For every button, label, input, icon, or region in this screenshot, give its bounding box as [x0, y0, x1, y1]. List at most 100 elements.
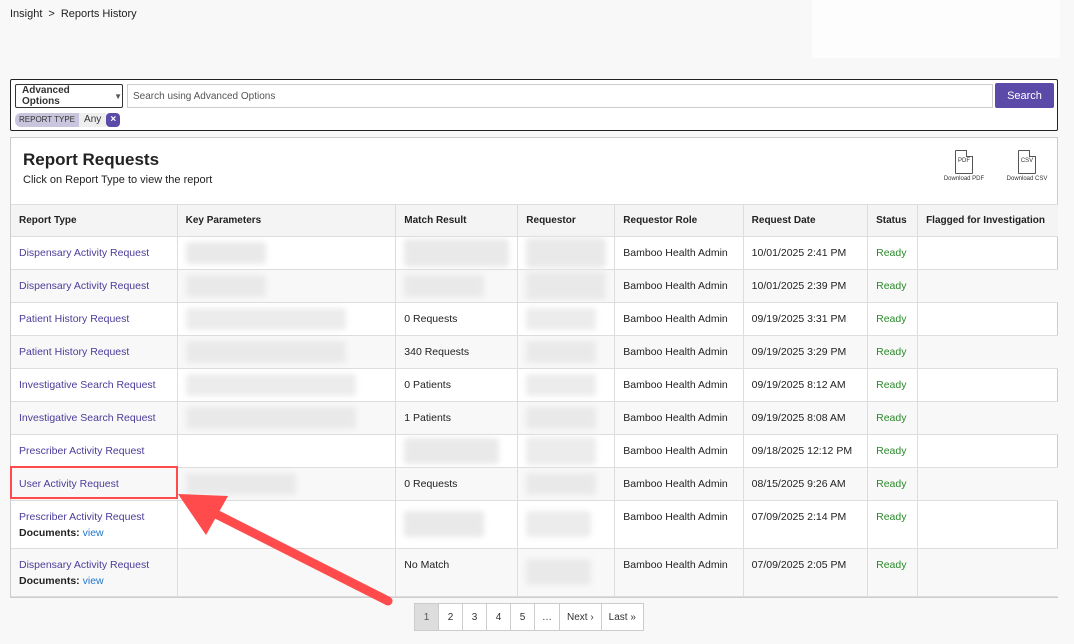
- requestor-redacted: [526, 308, 597, 330]
- table-row: Investigative Search Request 0 Patients …: [11, 368, 1058, 402]
- request-date: 08/15/2025 9:26 AM: [743, 467, 869, 501]
- flagged: [917, 236, 1058, 270]
- documents-view-link[interactable]: view: [83, 527, 104, 539]
- status: Ready: [867, 335, 919, 369]
- download-pdf-button[interactable]: PDF Download PDF: [939, 150, 989, 182]
- requestor-redacted: [526, 374, 597, 396]
- documents-view-link[interactable]: view: [83, 575, 104, 587]
- report-type-link[interactable]: Patient History Request: [19, 346, 129, 358]
- download-csv-button[interactable]: CSV Download CSV: [1002, 150, 1052, 182]
- request-date: 07/09/2025 2:05 PM: [743, 548, 869, 597]
- requestor-role: Bamboo Health Admin: [614, 467, 744, 501]
- requestor-role: Bamboo Health Admin: [614, 335, 744, 369]
- documents-label: Documents:: [19, 527, 80, 539]
- search-input[interactable]: [127, 84, 993, 108]
- request-date: 09/19/2025 8:08 AM: [743, 401, 869, 435]
- report-type-link[interactable]: Investigative Search Request: [19, 379, 156, 391]
- requestor-redacted: [526, 272, 607, 300]
- key-parameters-empty: [177, 548, 397, 597]
- requestor-redacted: [526, 559, 592, 585]
- key-parameters-empty: [177, 500, 397, 549]
- flagged: [917, 368, 1058, 402]
- report-type-link[interactable]: Dispensary Activity Request: [19, 247, 149, 259]
- column-header-match-result[interactable]: Match Result: [395, 204, 519, 237]
- table-row: Dispensary Activity Request Documents: v…: [11, 548, 1058, 597]
- requestor-role: Bamboo Health Admin: [614, 368, 744, 402]
- requestor-role: Bamboo Health Admin: [614, 302, 744, 336]
- download-csv-label: Download CSV: [1006, 176, 1048, 182]
- report-requests-panel: Report Requests Click on Report Type to …: [10, 137, 1058, 598]
- flagged: [917, 434, 1058, 468]
- report-type-link[interactable]: Investigative Search Request: [19, 412, 156, 424]
- filter-tag-report-type: Report Type Any ×: [15, 113, 121, 127]
- key-parameters-redacted: [185, 473, 296, 495]
- download-pdf-label: Download PDF: [943, 176, 985, 182]
- key-parameters-redacted: [185, 407, 356, 429]
- request-date: 09/19/2025 3:29 PM: [743, 335, 869, 369]
- flagged: [917, 269, 1058, 303]
- match-result-redacted: [404, 239, 510, 267]
- report-type-link[interactable]: Prescriber Activity Request: [19, 445, 144, 457]
- filter-tag-value: Any: [79, 113, 107, 127]
- report-type-link[interactable]: Dispensary Activity Request: [19, 559, 149, 571]
- column-header-requestor[interactable]: Requestor: [517, 204, 616, 237]
- column-header-status[interactable]: Status: [867, 204, 919, 237]
- next-page-button[interactable]: Next ›: [560, 604, 602, 630]
- breadcrumb: Insight > Reports History: [10, 8, 137, 20]
- status: Ready: [867, 434, 919, 468]
- status: Ready: [867, 269, 919, 303]
- column-header-flagged[interactable]: Flagged for Investigation: [917, 204, 1058, 237]
- last-page-button[interactable]: Last »: [602, 604, 643, 630]
- table-row: User Activity Request 0 Requests Bamboo …: [11, 467, 1058, 501]
- requestor-role: Bamboo Health Admin: [614, 401, 744, 435]
- column-header-key-parameters[interactable]: Key Parameters: [177, 204, 397, 237]
- page-3-button[interactable]: 3: [463, 604, 487, 630]
- remove-filter-icon[interactable]: ×: [106, 113, 121, 127]
- requestor-redacted: [526, 511, 592, 537]
- header-blank-area: [812, 0, 1060, 58]
- match-result-redacted: [404, 438, 500, 464]
- documents-line: Documents: view: [19, 527, 169, 539]
- search-box: Advanced Options ▼ Search Report Type An…: [10, 79, 1058, 131]
- status: Ready: [867, 500, 919, 549]
- report-requests-table: Report Type Key Parameters Match Result …: [11, 204, 1058, 597]
- requestor-role: Bamboo Health Admin: [614, 434, 744, 468]
- column-header-requestor-role[interactable]: Requestor Role: [614, 204, 744, 237]
- csv-file-icon: CSV: [1018, 150, 1036, 174]
- report-type-link[interactable]: Prescriber Activity Request: [19, 511, 144, 523]
- status: Ready: [867, 548, 919, 597]
- request-date: 10/01/2025 2:41 PM: [743, 236, 869, 270]
- status: Ready: [867, 467, 919, 501]
- page-2-button[interactable]: 2: [439, 604, 463, 630]
- breadcrumb-separator: >: [48, 8, 55, 20]
- key-parameters-empty: [177, 434, 397, 468]
- column-header-report-type[interactable]: Report Type: [11, 204, 178, 237]
- status: Ready: [867, 401, 919, 435]
- flagged: [917, 302, 1058, 336]
- key-parameters-redacted: [185, 275, 266, 297]
- match-result: 0 Requests: [395, 302, 519, 336]
- breadcrumb-insight[interactable]: Insight: [10, 8, 42, 20]
- report-type-link[interactable]: Patient History Request: [19, 313, 129, 325]
- match-result-redacted: [404, 511, 485, 537]
- requestor-redacted: [526, 437, 597, 465]
- requestor-role: Bamboo Health Admin: [614, 236, 744, 270]
- status: Ready: [867, 302, 919, 336]
- table-row: Prescriber Activity Request Documents: v…: [11, 500, 1058, 549]
- requestor-redacted: [526, 341, 597, 363]
- page-5-button[interactable]: 5: [511, 604, 535, 630]
- column-header-request-date[interactable]: Request Date: [743, 204, 869, 237]
- page-1-button[interactable]: 1: [415, 604, 439, 630]
- search-button[interactable]: Search: [995, 83, 1054, 108]
- requestor-redacted: [526, 407, 597, 429]
- key-parameters-redacted: [185, 242, 266, 264]
- report-type-link[interactable]: Dispensary Activity Request: [19, 280, 149, 292]
- page-4-button[interactable]: 4: [487, 604, 511, 630]
- page-ellipsis: …: [535, 604, 560, 630]
- advanced-options-dropdown[interactable]: Advanced Options ▼: [15, 84, 123, 108]
- key-parameters-redacted: [185, 341, 346, 363]
- requestor-redacted: [526, 238, 607, 268]
- panel-subtitle: Click on Report Type to view the report: [23, 174, 213, 186]
- documents-label: Documents:: [19, 575, 80, 587]
- report-type-link[interactable]: User Activity Request: [19, 478, 119, 490]
